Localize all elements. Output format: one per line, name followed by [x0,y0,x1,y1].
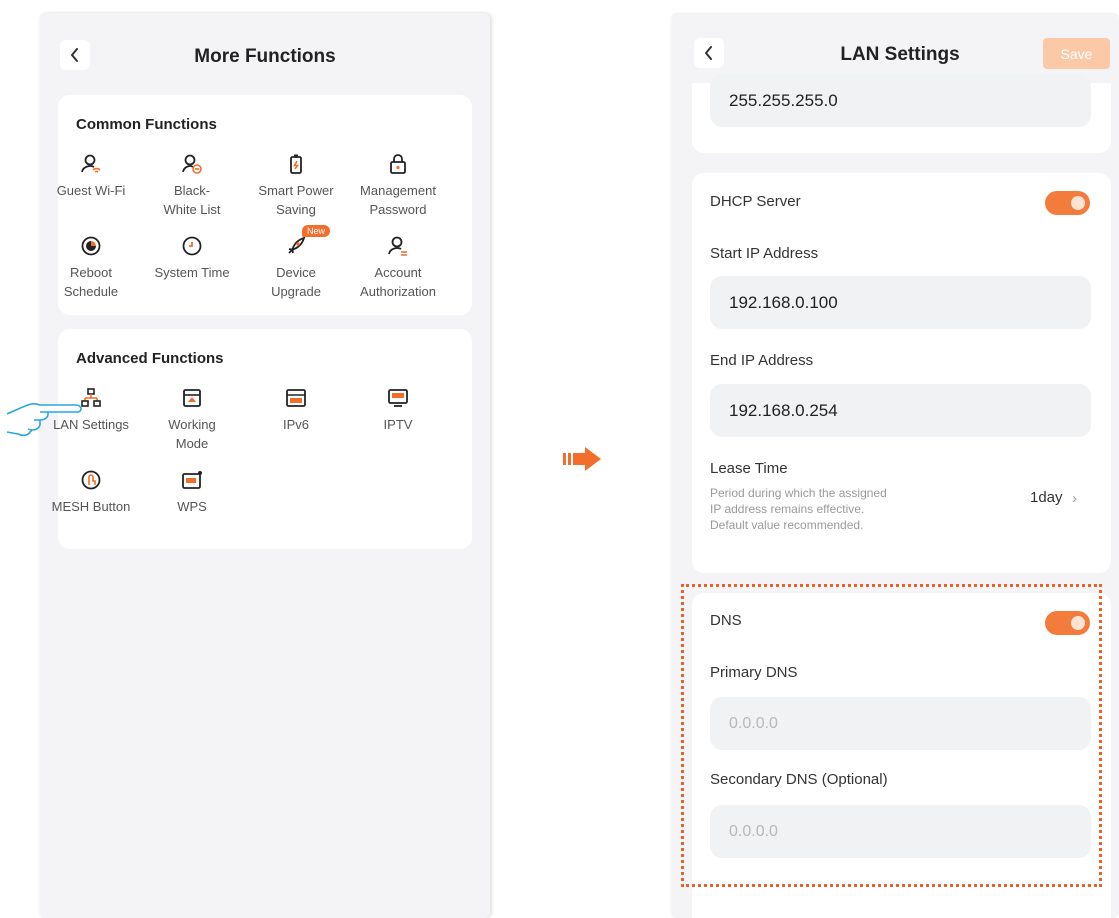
ipv6-icon [286,389,306,407]
guest-wifi-icon [81,154,101,173]
arrow-right-icon [563,447,601,471]
device-upgrade-item[interactable]: New Device Upgrade [251,225,341,301]
guest-wifi-item[interactable]: Guest Wi-Fi [46,153,136,200]
reboot-schedule-icon [81,236,101,256]
system-time-item[interactable]: System Time [147,235,237,282]
item-label: Management Password [360,183,436,217]
item-label: IPv6 [282,417,309,432]
item-label: IPTV [383,417,413,432]
dns-highlight-frame [681,584,1102,887]
item-label: Working Mode [168,417,216,451]
item-label: MESH Button [51,499,131,514]
advanced-functions-card: Advanced Functions LAN Settings Working … [52,329,472,549]
item-label: Black- White List [163,183,221,217]
working-mode-icon [183,389,201,407]
item-label: Account Authorization [360,265,436,299]
save-button[interactable]: Save [1043,38,1110,69]
black-white-list-icon [182,154,202,174]
item-label: Reboot Schedule [63,265,119,299]
start-ip-label: Start IP Address [710,245,819,262]
end-ip-input[interactable]: 192.168.0.254 [710,384,1091,437]
dhcp-server-label: DHCP Server [710,193,801,210]
chevron-right-icon[interactable]: › [1072,490,1077,507]
mesh-button-icon [81,470,101,490]
ipv6-item[interactable]: IPv6 [251,387,341,434]
management-password-item[interactable]: Management Password [353,153,443,219]
reboot-schedule-item[interactable]: Reboot Schedule [46,235,136,301]
working-mode-item[interactable]: Working Mode [147,387,237,453]
wps-icon [182,471,202,489]
wps-item[interactable]: WPS [147,469,237,516]
common-functions-card: Common Functions Guest Wi-Fi Black- Whit… [57,95,472,315]
clock-icon [182,236,202,256]
smart-power-saving-icon [290,154,302,174]
item-label: WPS [177,499,207,514]
lease-time-label: Lease Time [710,460,788,477]
new-badge: New [302,225,331,237]
account-authorization-item[interactable]: Account Authorization [353,235,443,301]
item-label: Device Upgrade [271,265,321,299]
end-ip-label: End IP Address [710,352,814,369]
start-ip-input[interactable]: 192.168.0.100 [710,276,1091,329]
section-title-common: Common Functions [76,116,217,133]
smart-power-saving-item[interactable]: Smart Power Saving [251,153,341,219]
iptv-item[interactable]: IPTV [353,387,443,434]
rocket-icon [288,236,306,254]
section-title-advanced: Advanced Functions [76,350,224,367]
black-white-list-item[interactable]: Black- White List [147,153,237,219]
subnet-mask-input[interactable]: 255.255.255.0 [710,74,1091,127]
page-title: More Functions [194,46,336,67]
mesh-button-item[interactable]: MESH Button [46,469,136,516]
lease-time-hint: Period during which the assigned IP addr… [710,486,887,532]
item-label: Guest Wi-Fi [56,183,126,198]
account-authorization-icon [388,236,407,256]
lock-icon [390,154,406,174]
item-label: System Time [154,265,230,280]
lease-time-value[interactable]: 1day [1030,489,1063,506]
hand-pointer-icon [6,403,82,437]
iptv-icon [388,389,408,407]
item-label: Smart Power Saving [258,183,334,217]
dhcp-server-toggle[interactable] [1045,191,1090,215]
more-functions-screen: More Functions Common Functions Guest Wi… [40,13,490,918]
